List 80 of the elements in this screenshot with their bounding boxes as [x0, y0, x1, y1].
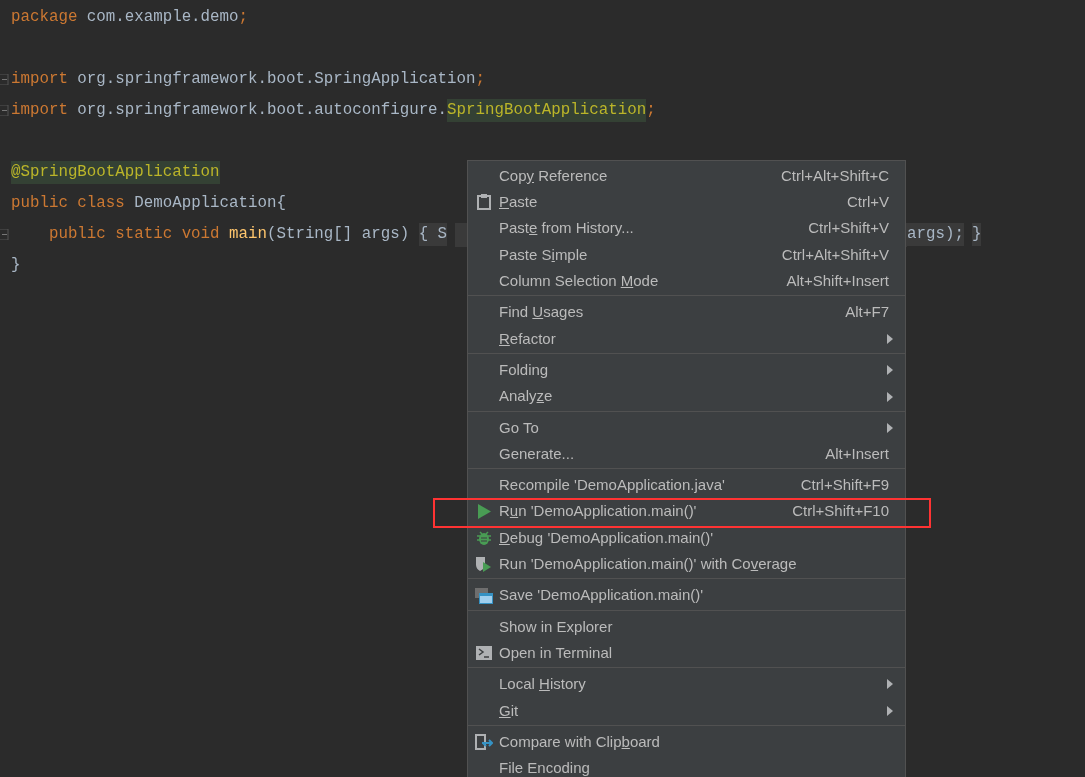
shortcut-label: Ctrl+V: [846, 192, 889, 213]
shortcut-label: Ctrl+Alt+Shift+C: [781, 165, 889, 186]
shortcut-label: Ctrl+Shift+F10: [792, 501, 889, 522]
code-token: package: [11, 6, 78, 28]
code-token: com.example.demo: [85, 6, 239, 28]
menu-item-label: Paste from History...: [499, 218, 635, 239]
menu-item-label: Generate...: [499, 443, 576, 464]
menu-item-label: Git: [499, 700, 520, 721]
menu-item-label: Compare with Clipboard: [499, 731, 661, 752]
compare-icon: [475, 733, 493, 752]
menu-item[interactable]: Copy Reference Ctrl+Alt+Shift+C: [468, 163, 905, 190]
code-token: { S: [418, 222, 448, 247]
code-token: ;: [475, 68, 485, 90]
menu-item[interactable]: Column Selection Mode Alt+Shift+Insert: [468, 268, 905, 295]
menu-item-label: Find Usages: [499, 302, 585, 323]
shortcut-label: Alt+Insert: [825, 443, 889, 464]
menu-item[interactable]: File Encoding: [468, 755, 905, 777]
menu-item-label: Show in Explorer: [499, 616, 614, 637]
shortcut-label: Ctrl+Shift+V: [808, 218, 889, 239]
menu-item-label: Run 'DemoApplication.main()' with Coverage: [499, 554, 798, 575]
menu-item[interactable]: Recompile 'DemoApplication.java' Ctrl+Shift+F9: [468, 472, 905, 499]
menu-item-label: Recompile 'DemoApplication.java': [499, 475, 726, 496]
menu-item[interactable]: Show in Explorer: [468, 613, 905, 641]
menu-item-label: Analyze: [499, 386, 554, 407]
code-token: args);: [907, 222, 964, 247]
menu-item[interactable]: Find Usages Alt+F7: [468, 299, 905, 326]
menu-item[interactable]: Folding: [468, 357, 905, 384]
menu-item-label: Paste Simple: [499, 244, 589, 265]
menu-item-label: Column Selection Mode: [499, 271, 660, 292]
window-icon: [475, 587, 493, 604]
menu-item-label: Refactor: [499, 328, 557, 349]
menu-item-label: Open in Terminal: [499, 642, 614, 663]
code-token: }: [972, 222, 982, 247]
menu-item-label: Debug 'DemoApplication.main()': [499, 527, 715, 548]
bug-icon: [476, 530, 492, 546]
play-icon: [477, 504, 491, 520]
menu-item[interactable]: Run 'DemoApplication.main()' Ctrl+Shift+F10: [468, 498, 905, 525]
menu-item[interactable]: Run 'DemoApplication.main()' with Coverage: [468, 551, 905, 578]
menu-item[interactable]: Debug 'DemoApplication.main()': [468, 524, 905, 552]
menu-item-label: Paste: [499, 192, 539, 213]
shortcut-label: Alt+F7: [845, 302, 889, 323]
menu-item[interactable]: Open in Terminal: [468, 640, 905, 667]
menu-item[interactable]: Paste Ctrl+V: [468, 189, 905, 216]
terminal-icon: [476, 646, 492, 661]
menu-item-label: Save 'DemoApplication.main()': [499, 585, 705, 606]
menu-item-label: Run 'DemoApplication.main()': [499, 501, 698, 522]
menu-item[interactable]: Git: [468, 697, 905, 724]
menu-item-label: File Encoding: [499, 758, 591, 777]
menu-item[interactable]: Local History: [468, 671, 905, 698]
code-token: ;: [238, 6, 248, 28]
menu-item[interactable]: Generate... Alt+Insert: [468, 440, 905, 468]
code-token: public static void: [47, 223, 221, 245]
menu-item[interactable]: Refactor: [468, 325, 905, 353]
menu-item[interactable]: Go To: [468, 414, 905, 441]
code-token: main: [229, 223, 267, 245]
clipboard-icon: [477, 194, 491, 211]
code-token: SpringBootApplication: [447, 98, 647, 123]
code-token: import: [11, 99, 68, 121]
menu-item[interactable]: Save 'DemoApplication.main()': [468, 582, 905, 609]
menu-item[interactable]: Compare with Clipboard: [468, 728, 905, 756]
shortcut-label: Ctrl+Shift+F9: [800, 475, 889, 496]
menu-item[interactable]: Paste Simple Ctrl+Alt+Shift+V: [468, 241, 905, 269]
code-token: org.springframework.boot.SpringApplication: [76, 68, 476, 90]
menu-item-label: Copy Reference: [499, 165, 609, 186]
menu-item-label: Folding: [499, 359, 550, 380]
menu-item[interactable]: Analyze: [468, 383, 905, 410]
menu-item-label: Local History: [499, 674, 587, 695]
menu-item-label: Go To: [499, 417, 540, 438]
shield-play-icon: [475, 555, 493, 574]
shortcut-label: Alt+Shift+Insert: [786, 271, 889, 292]
code-token: (String[] args): [266, 223, 411, 245]
shortcut-label: Ctrl+Alt+Shift+V: [781, 244, 889, 265]
menu-item[interactable]: Paste from History... Ctrl+Shift+V: [468, 215, 905, 242]
code-token: }: [11, 254, 21, 276]
code-token: public class: [11, 192, 126, 214]
code-token: @SpringBootApplication: [11, 160, 220, 185]
code-token: ;: [646, 99, 656, 121]
code-token: org.springframework.boot.autoconfigure.: [76, 99, 448, 121]
code-token: import: [11, 68, 68, 90]
code-token: DemoApplication{: [134, 192, 286, 214]
